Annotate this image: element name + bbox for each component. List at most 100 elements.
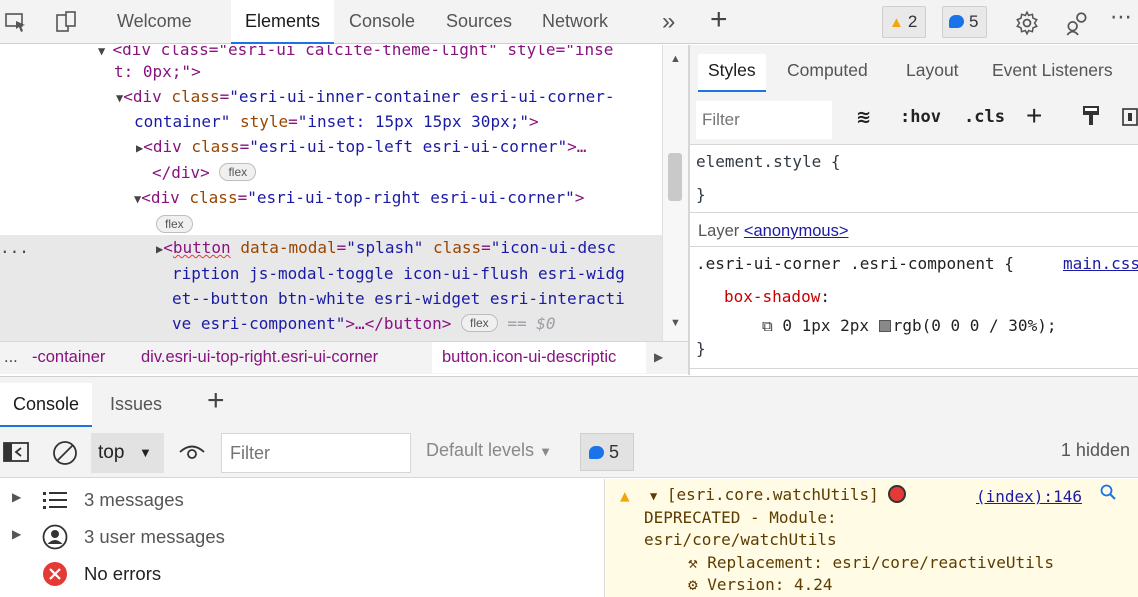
collapse-triangle-icon[interactable]: ▼ [98, 45, 112, 58]
dom-node-inner-container[interactable]: ▼<div class="esri-ui-inner-container esr… [116, 84, 615, 112]
warning-icon: ▲ [620, 486, 630, 505]
message-source-link[interactable]: (index):146 [976, 486, 1082, 509]
element-style-selector[interactable]: element.style { [696, 149, 841, 174]
warnings-badge[interactable]: ▲ 2 [882, 6, 927, 38]
tab-computed[interactable]: Computed [777, 57, 878, 95]
drawer-tab-console[interactable]: Console [0, 383, 93, 427]
gutter-dots[interactable]: ... [0, 235, 29, 261]
dropdown-caret-icon: ▼ [139, 445, 152, 460]
gear-icon: ⚙ [688, 575, 698, 594]
tab-sources[interactable]: Sources [432, 0, 526, 44]
message-line: DEPRECATED - Module: [644, 508, 837, 527]
devtools-main-toolbar: Welcome Elements Console Sources Network… [0, 0, 1138, 44]
scroll-down-icon[interactable]: ▼ [670, 317, 681, 329]
message-header[interactable]: ▼ [esri.core.watchUtils] [650, 484, 907, 508]
device-toolbar-icon[interactable] [54, 10, 78, 34]
expand-triangle-icon[interactable]: ▶ [12, 527, 21, 541]
messages-badge[interactable]: 5 [942, 6, 988, 38]
breadcrumb-overflow[interactable]: ... [4, 342, 18, 373]
scrollbar-thumb[interactable] [668, 153, 682, 201]
dom-flex-line: flex [156, 212, 193, 238]
inspect-element-icon[interactable] [4, 10, 28, 34]
rule-selector[interactable]: .esri-ui-corner .esri-component { [696, 251, 1014, 276]
drawer-tab-issues[interactable]: Issues [97, 383, 175, 427]
sidebar-item-user-messages[interactable]: ▶ 3 user messages [0, 518, 605, 555]
breadcrumb-item[interactable]: -container [32, 342, 105, 373]
rule-source-link[interactable]: main.css [1063, 251, 1138, 276]
breadcrumb: ... -container div.esri-ui-top-right.esr… [0, 341, 688, 374]
rule-separator [690, 246, 1138, 247]
flex-badge[interactable]: flex [219, 163, 257, 181]
tools-icon: ⚒ [688, 553, 698, 572]
scroll-up-icon[interactable]: ▲ [670, 53, 681, 65]
hidden-messages-count: 1 hidden [1060, 440, 1130, 460]
breadcrumb-item[interactable]: div.esri-ui-top-right.esri-ui-corner [141, 342, 378, 373]
more-options-icon[interactable]: ⋯ [1110, 4, 1134, 29]
paint-brush-icon[interactable] [1082, 105, 1100, 134]
style-property[interactable]: box-shadow: [724, 284, 830, 309]
message-line: ⚒ Replacement: esri/core/reactiveUtils [688, 553, 1055, 572]
dom-tree[interactable]: ▼ <div class="esri-ui calcite-theme-ligh… [0, 45, 662, 341]
dom-close-div[interactable]: </div> flex [152, 160, 257, 186]
dom-node-top-right[interactable]: ▼<div class="esri-ui-top-right esri-ui-c… [134, 185, 584, 213]
sidebar-item-messages[interactable]: ▶ 3 messages [0, 481, 605, 518]
tab-network[interactable]: Network [528, 0, 622, 44]
sidebar-item-errors[interactable]: No errors [0, 555, 605, 592]
rule-separator [690, 368, 1138, 369]
sidebar-toggle-icon[interactable] [1122, 107, 1138, 132]
warning-icon: ▲ [889, 14, 904, 31]
user-icon [42, 524, 68, 550]
tab-event-listeners[interactable]: Event Listeners [982, 57, 1123, 95]
console-messages-badge[interactable]: 5 [580, 433, 634, 471]
feedback-icon[interactable] [1064, 10, 1088, 36]
rule-close-brace: } [696, 185, 706, 204]
style-property-value[interactable]: ⧉ 0 1px 2px rgb(0 0 0 / 30%); [762, 313, 1056, 339]
cls-button[interactable]: .cls [964, 107, 1005, 127]
message-line: ⚙ Version: 4.24 [688, 575, 833, 594]
live-expression-eye-icon[interactable] [178, 440, 206, 467]
new-style-rule-icon[interactable]: + [1026, 100, 1042, 132]
layer-anonymous-link[interactable]: <anonymous> [744, 222, 849, 240]
settings-gear-icon[interactable] [1014, 10, 1038, 36]
dom-tree-scrollbar[interactable]: ▲ ▼ [662, 45, 688, 341]
clear-console-icon[interactable] [52, 440, 78, 469]
tab-elements[interactable]: Elements [231, 0, 335, 44]
stop-icon [888, 485, 907, 503]
tab-layout[interactable]: Layout [896, 57, 969, 95]
styles-rules[interactable]: element.style { } Layer <anonymous> .esr… [690, 146, 1138, 375]
add-tab-icon[interactable]: + [710, 4, 728, 36]
expand-triangle-icon[interactable]: ▶ [12, 490, 21, 504]
more-tabs-icon[interactable]: » [662, 8, 675, 36]
search-icon[interactable] [1100, 484, 1116, 507]
collapse-triangle-icon[interactable]: ▼ [650, 489, 657, 503]
tab-welcome[interactable]: Welcome [103, 0, 206, 44]
selected-node-marker: == $0 [507, 314, 556, 333]
dom-line-wrap: container" style="inset: 15px 15px 30px;… [134, 112, 539, 131]
console-filter-input[interactable] [221, 433, 411, 473]
rule-separator [690, 212, 1138, 213]
flex-badge[interactable]: flex [156, 215, 193, 233]
console-sidebar: ▶ 3 messages ▶ 3 user messages No errors [0, 479, 605, 597]
styles-filter-input[interactable] [696, 101, 832, 139]
hov-button[interactable]: :hov [900, 107, 941, 127]
show-sidebar-icon[interactable] [2, 440, 30, 467]
breadcrumb-scroll-right-icon[interactable]: ▶ [654, 342, 663, 373]
dom-node-top-left[interactable]: ▶<div class="esri-ui-top-left esri-ui-co… [136, 134, 586, 162]
info-bubble-icon [589, 446, 604, 459]
color-swatch[interactable] [878, 320, 891, 332]
shadow-editor-icon[interactable]: ⧉ [762, 317, 773, 335]
error-icon [42, 561, 68, 587]
flex-badge[interactable]: flex [461, 314, 498, 332]
dom-node-button[interactable]: ▶<button data-modal="splash" class="icon… [156, 235, 616, 263]
log-levels-dropdown[interactable]: Default levels ▼ [426, 440, 552, 461]
breadcrumb-item-current[interactable]: button.icon-ui-descriptic [432, 342, 646, 373]
layer-label: Layer <anonymous> [698, 222, 849, 240]
console-warning-message[interactable]: ▲ ▼ [esri.core.watchUtils] (index):146 D… [606, 479, 1138, 597]
tab-console[interactable]: Console [335, 0, 429, 44]
tab-styles[interactable]: Styles [698, 54, 766, 92]
info-bubble-icon [949, 15, 964, 28]
toggle-layers-icon[interactable]: ≋ [856, 107, 871, 128]
console-toolbar: top▼ Default levels ▼ 5 1 hidden [0, 428, 1138, 478]
context-selector[interactable]: top ▼ [91, 433, 164, 473]
add-drawer-tab-icon[interactable]: + [207, 385, 225, 417]
